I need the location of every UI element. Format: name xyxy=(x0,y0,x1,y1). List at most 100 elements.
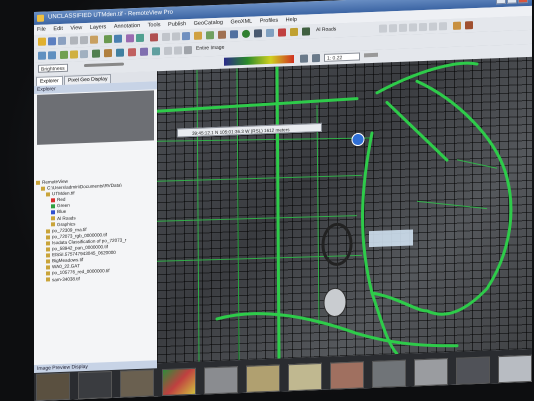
arrow-tool-icon[interactable] xyxy=(419,22,427,32)
pen-tool-icon[interactable] xyxy=(399,23,407,32)
zoom-select[interactable]: 1: 0.22 xyxy=(324,52,360,62)
copy-icon[interactable] xyxy=(80,35,88,45)
camera-icon[interactable] xyxy=(230,30,238,39)
layer-icon[interactable] xyxy=(104,35,112,44)
enhance-icon[interactable] xyxy=(70,50,78,59)
thumbnail[interactable] xyxy=(78,371,112,400)
thumbnail[interactable] xyxy=(36,372,70,401)
thumbnail[interactable] xyxy=(414,358,448,387)
annotation-icon[interactable] xyxy=(218,30,226,39)
tree-node-icon xyxy=(51,222,55,227)
thumbnail[interactable] xyxy=(204,366,238,395)
thumbnail[interactable] xyxy=(120,369,154,398)
thumbnail[interactable] xyxy=(372,359,406,389)
menu-file[interactable]: File xyxy=(37,27,46,33)
open-folder-icon[interactable] xyxy=(38,37,46,46)
flip-icon[interactable] xyxy=(48,51,56,60)
location-marker-icon[interactable] xyxy=(351,133,365,147)
chip-icon[interactable] xyxy=(453,21,461,30)
pan-icon[interactable] xyxy=(182,32,190,41)
road-line xyxy=(370,291,429,313)
road-network xyxy=(157,61,513,361)
rectangle-tool-icon[interactable] xyxy=(429,22,437,31)
thumbnail[interactable] xyxy=(498,354,532,384)
ortho-icon[interactable] xyxy=(92,49,100,58)
left-panel: Explorer Pixel Geo Display Explorer Remo… xyxy=(34,71,158,401)
print-icon[interactable] xyxy=(58,36,66,46)
tree-node-icon xyxy=(46,241,50,246)
road-line xyxy=(385,100,449,162)
mosaic-icon[interactable] xyxy=(60,50,68,60)
text-tool-icon[interactable] xyxy=(379,24,387,33)
image-icon[interactable] xyxy=(184,45,192,55)
entire-image-label[interactable]: Entire Image xyxy=(196,45,224,52)
maximize-button[interactable] xyxy=(507,0,517,4)
menu-tools[interactable]: Tools xyxy=(148,22,161,28)
green-circle-icon[interactable] xyxy=(242,29,250,39)
filter-icon[interactable] xyxy=(126,34,134,43)
sync-icon[interactable] xyxy=(266,28,274,38)
polyline-tool-icon[interactable] xyxy=(409,23,417,32)
map-view[interactable]: 39:45:12.1 N 105:01:36.3 W (RSL) 1612 me… xyxy=(157,56,532,364)
tree-node-icon xyxy=(46,228,50,234)
layer-tree: RemoteView C:\Users\admin\Documents\RVDat… xyxy=(36,175,156,283)
paste-icon[interactable] xyxy=(90,35,98,44)
menu-geocatalog[interactable]: GeoCatalog xyxy=(194,20,223,27)
overlay-icon[interactable] xyxy=(302,27,310,36)
brightness-slider[interactable] xyxy=(84,62,124,68)
zoom-slider[interactable] xyxy=(364,52,378,58)
menu-profiles[interactable]: Profiles xyxy=(260,18,278,25)
grid-icon[interactable] xyxy=(206,31,214,40)
menu-view[interactable]: View xyxy=(70,25,82,31)
menu-help[interactable]: Help xyxy=(286,17,297,23)
tree-node-icon xyxy=(46,247,50,252)
spectral-icon[interactable] xyxy=(152,47,160,56)
line-tool-icon[interactable] xyxy=(389,24,397,33)
globe-icon[interactable] xyxy=(114,34,122,43)
roads-label: Al Roads xyxy=(316,26,337,34)
export-icon[interactable] xyxy=(465,21,473,30)
menu-geoxml[interactable]: GeoXML xyxy=(231,19,253,26)
histogram-icon[interactable] xyxy=(136,33,144,43)
sharpen-icon[interactable] xyxy=(80,49,88,59)
actual-size-icon[interactable] xyxy=(174,46,182,55)
contrast-icon[interactable] xyxy=(312,54,320,63)
tree-node-icon xyxy=(46,259,50,264)
stop-icon[interactable] xyxy=(150,33,158,42)
menu-layers[interactable]: Layers xyxy=(90,24,107,31)
color-ramp xyxy=(224,55,294,66)
menu-annotation[interactable]: Annotation xyxy=(114,23,140,30)
zoom-out-icon[interactable] xyxy=(172,32,180,41)
star-icon[interactable] xyxy=(290,27,298,37)
thumbnail[interactable] xyxy=(246,364,280,393)
tree-item-label: Blue xyxy=(57,209,67,215)
close-button[interactable] xyxy=(518,0,528,4)
measure-icon[interactable] xyxy=(194,31,202,40)
thumbnail[interactable] xyxy=(162,367,196,397)
ellipse-tool-icon[interactable] xyxy=(439,22,447,31)
zoom-in-icon[interactable] xyxy=(162,32,170,42)
change-detect-icon[interactable] xyxy=(128,48,136,57)
fly-icon[interactable] xyxy=(116,48,124,57)
cut-icon[interactable] xyxy=(70,36,78,45)
thumbnail[interactable] xyxy=(456,356,490,385)
menu-edit[interactable]: Edit xyxy=(53,26,62,32)
tree-node-icon xyxy=(46,235,50,240)
tree-node-icon xyxy=(46,271,50,276)
enhance-select[interactable]: Brightness xyxy=(38,63,68,73)
selection-box[interactable] xyxy=(369,229,413,248)
terrain-icon[interactable] xyxy=(254,29,262,38)
band-swatch-icon xyxy=(51,198,55,203)
fit-icon[interactable] xyxy=(164,46,172,56)
marker-icon[interactable] xyxy=(278,28,286,37)
save-icon[interactable] xyxy=(48,37,56,46)
menu-publish[interactable]: Publish xyxy=(168,21,186,28)
tree-node-icon xyxy=(46,192,50,197)
thumbnail[interactable] xyxy=(330,361,364,390)
classify-icon[interactable] xyxy=(140,47,148,56)
thumbnail[interactable] xyxy=(288,362,322,392)
histogram-stretch-icon[interactable] xyxy=(300,54,308,63)
dem-icon[interactable] xyxy=(104,49,112,58)
minimize-button[interactable] xyxy=(496,0,506,5)
rotate-icon[interactable] xyxy=(38,51,46,60)
